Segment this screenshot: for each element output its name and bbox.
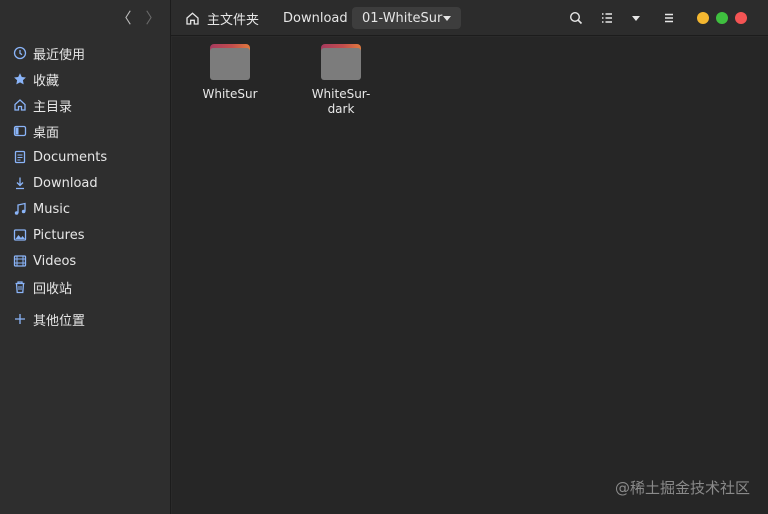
maximize-button[interactable]: [716, 12, 728, 24]
folder-item[interactable]: WhiteSur: [190, 42, 270, 102]
sidebar-item-desktop[interactable]: 桌面: [0, 118, 171, 144]
sidebar-item-trash[interactable]: 回收站: [0, 274, 171, 300]
sidebar-item-music[interactable]: Music: [0, 196, 171, 222]
close-button[interactable]: [735, 12, 747, 24]
navigation-arrows: 〈 〉: [0, 0, 171, 36]
sidebar-item-documents[interactable]: Documents: [0, 144, 171, 170]
clock-icon: [13, 46, 27, 60]
search-icon: [569, 11, 583, 25]
sidebar-item-label: 其他位置: [33, 313, 86, 329]
file-view: WhiteSur WhiteSur-dark @稀土掘金技术社区: [172, 37, 768, 514]
sidebar-item-label: 桌面: [33, 125, 60, 141]
home-icon: [13, 98, 27, 112]
sidebar-item-home[interactable]: 主目录: [0, 92, 171, 118]
breadcrumb-download[interactable]: Download: [283, 7, 348, 29]
breadcrumb-home-label: 主文件夹: [207, 12, 260, 28]
sidebar-item-label: Music: [33, 201, 70, 217]
folder-item[interactable]: WhiteSur-dark: [301, 42, 381, 117]
site-watermark: @稀土掘金技术社区: [614, 479, 750, 497]
view-options-button[interactable]: [627, 9, 645, 27]
breadcrumb-current[interactable]: 01-WhiteSur: [352, 7, 461, 29]
sidebar-item-label: Download: [33, 175, 98, 191]
desktop-icon: [13, 124, 27, 138]
download-icon: [13, 176, 27, 190]
video-icon: [13, 254, 27, 268]
sidebar-item-other-locations[interactable]: 其他位置: [0, 306, 171, 332]
sidebar-item-label: 最近使用: [33, 47, 86, 63]
back-button[interactable]: 〈: [115, 9, 133, 27]
folder-name: WhiteSur-dark: [311, 87, 371, 116]
folder-icon: [321, 42, 361, 80]
chevron-down-icon: [632, 15, 640, 21]
sidebar: 〈 〉 最近使用 收藏 主目录 桌面 Documents Download Mu…: [0, 0, 171, 514]
sidebar-item-label: 回收站: [33, 281, 73, 297]
sidebar-item-videos[interactable]: Videos: [0, 248, 171, 274]
sidebar-item-download[interactable]: Download: [0, 170, 171, 196]
search-button[interactable]: [567, 9, 585, 27]
places-list: 最近使用 收藏 主目录 桌面 Documents Download Music …: [0, 40, 171, 300]
breadcrumb-current-label: 01-WhiteSur: [362, 10, 443, 26]
star-icon: [13, 72, 27, 86]
header-bar: 主文件夹 Download 01-WhiteSur: [171, 0, 768, 36]
document-icon: [13, 150, 27, 164]
hamburger-icon: [665, 13, 673, 23]
breadcrumb-home[interactable]: 主文件夹: [185, 7, 259, 29]
sidebar-item-starred[interactable]: 收藏: [0, 66, 171, 92]
sidebar-item-label: 收藏: [33, 73, 60, 89]
chevron-down-icon: [443, 15, 451, 21]
sidebar-item-pictures[interactable]: Pictures: [0, 222, 171, 248]
view-list-button[interactable]: [598, 9, 616, 27]
sidebar-item-label: Documents: [33, 149, 108, 165]
main-menu-button[interactable]: [660, 9, 678, 27]
breadcrumb-download-label: Download: [283, 10, 348, 26]
trash-icon: [13, 280, 27, 294]
sidebar-item-label: Pictures: [33, 227, 85, 243]
sidebar-item-recent[interactable]: 最近使用: [0, 40, 171, 66]
folder-icon: [210, 42, 250, 80]
sidebar-item-label: Videos: [33, 253, 77, 269]
minimize-button[interactable]: [697, 12, 709, 24]
folder-name: WhiteSur: [202, 87, 258, 101]
picture-icon: [13, 228, 27, 242]
music-icon: [13, 202, 27, 216]
sidebar-item-label: 主目录: [33, 99, 73, 115]
plus-icon: [13, 312, 27, 326]
home-icon: [186, 11, 199, 25]
forward-button[interactable]: 〉: [144, 9, 162, 27]
file-manager-window: 〈 〉 最近使用 收藏 主目录 桌面 Documents Download Mu…: [0, 0, 768, 514]
list-view-icon: [602, 13, 612, 23]
